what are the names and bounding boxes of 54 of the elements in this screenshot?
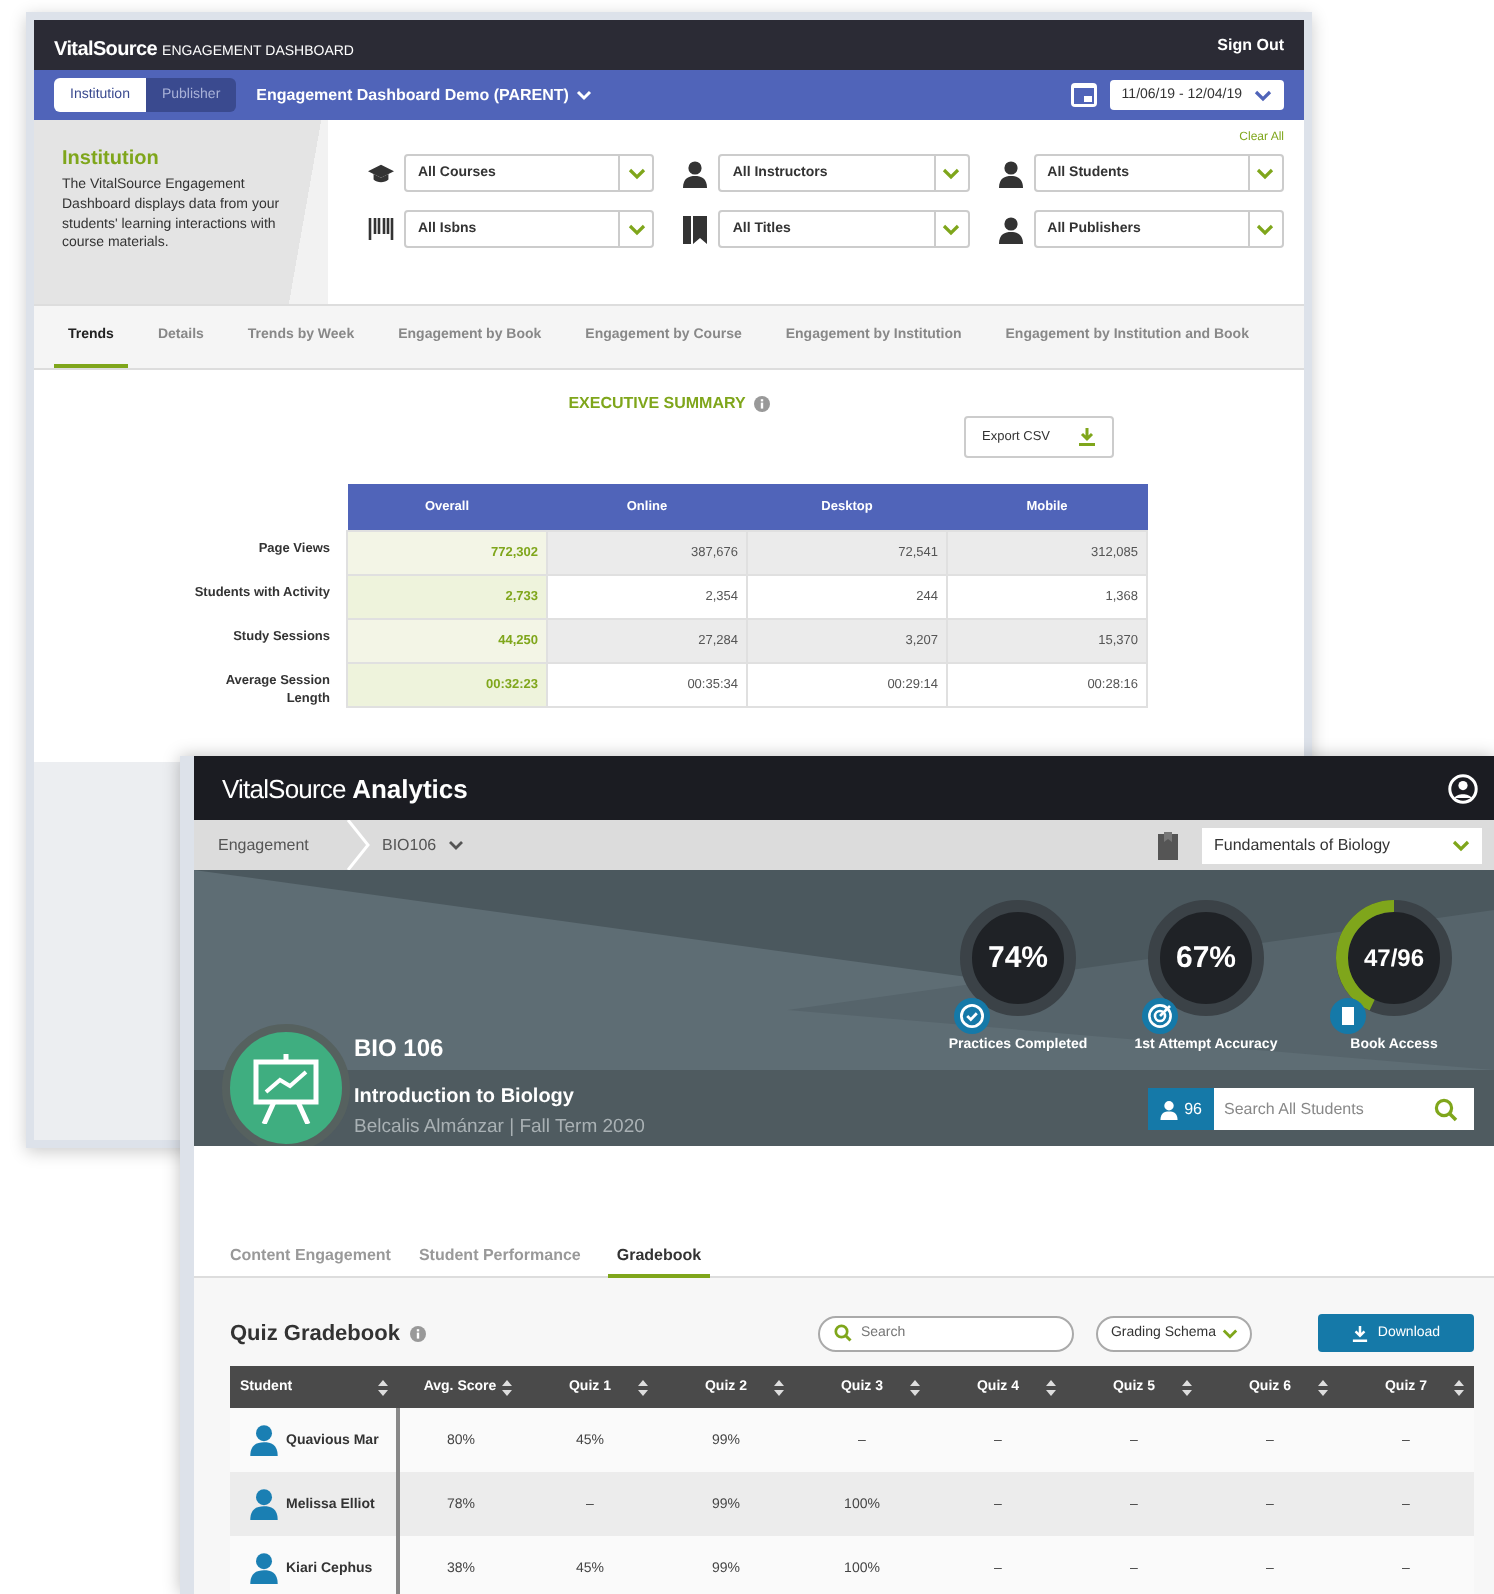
course-name: Introduction to Biology xyxy=(354,1086,574,1108)
info-icon xyxy=(753,395,770,411)
sort-icon xyxy=(1182,1379,1192,1395)
person-icon xyxy=(250,1424,278,1456)
barcode-icon xyxy=(368,218,394,240)
section-title: EXECUTIVE SUMMARY xyxy=(568,394,746,412)
person-icon xyxy=(1160,1099,1179,1119)
download-icon xyxy=(1078,428,1096,446)
person-icon xyxy=(997,215,1024,243)
account-icon[interactable] xyxy=(1448,773,1478,803)
tab[interactable]: Gradebook xyxy=(608,1246,710,1278)
student-search-field[interactable]: Search All Students xyxy=(1214,1088,1474,1130)
sort-icon xyxy=(1454,1379,1464,1395)
chevron-down-icon xyxy=(1452,839,1470,851)
chevron-down-icon xyxy=(576,89,593,101)
sort-icon xyxy=(774,1379,784,1395)
download-icon xyxy=(1351,1325,1368,1341)
metric-value: 74% xyxy=(987,943,1049,973)
sort-icon xyxy=(638,1379,648,1395)
chevron-down-icon xyxy=(1254,89,1272,101)
graduation-cap-icon xyxy=(368,161,394,185)
student-count-badge: 96 xyxy=(1148,1088,1214,1130)
sort-icon xyxy=(1046,1379,1056,1395)
panel-title: Institution xyxy=(62,148,161,170)
section-title: Quiz Gradebook xyxy=(230,1321,400,1345)
person-icon xyxy=(250,1552,278,1584)
book-icon xyxy=(1330,998,1366,1034)
person-icon xyxy=(250,1488,278,1520)
check-icon xyxy=(954,998,990,1034)
book-icon xyxy=(682,215,709,243)
metric-value: 67% xyxy=(1175,943,1237,973)
chevron-right-icon xyxy=(346,820,370,870)
metric-value: 47/96 xyxy=(1363,946,1425,970)
person-icon xyxy=(682,159,709,187)
course-code: BIO 106 xyxy=(354,1034,444,1062)
info-icon xyxy=(409,1325,426,1341)
book-icon xyxy=(1158,831,1178,859)
logo: VitalSource Analytics xyxy=(222,773,468,803)
sort-icon xyxy=(378,1379,388,1395)
sort-icon xyxy=(1318,1379,1328,1395)
sort-icon xyxy=(502,1379,512,1395)
sign-out-link[interactable]: Sign Out xyxy=(1217,36,1284,54)
course-details: Belcalis Almánzar | Fall Term 2020 xyxy=(354,1116,645,1138)
search-icon xyxy=(1434,1097,1458,1121)
target-icon xyxy=(1142,998,1178,1034)
book-dropdown[interactable]: Fundamentals of Biology xyxy=(1202,827,1482,863)
report-dropdown[interactable]: Engagement Dashboard Demo (PARENT) xyxy=(256,86,593,104)
sort-icon xyxy=(910,1379,920,1395)
course-dropdown[interactable]: BIO106 xyxy=(382,836,465,854)
chevron-down-icon xyxy=(448,839,465,851)
calendar-icon[interactable] xyxy=(1069,82,1098,108)
breadcrumb-link[interactable]: Engagement xyxy=(194,836,334,854)
chevron-down-icon xyxy=(1222,1327,1238,1339)
person-icon xyxy=(997,159,1024,187)
